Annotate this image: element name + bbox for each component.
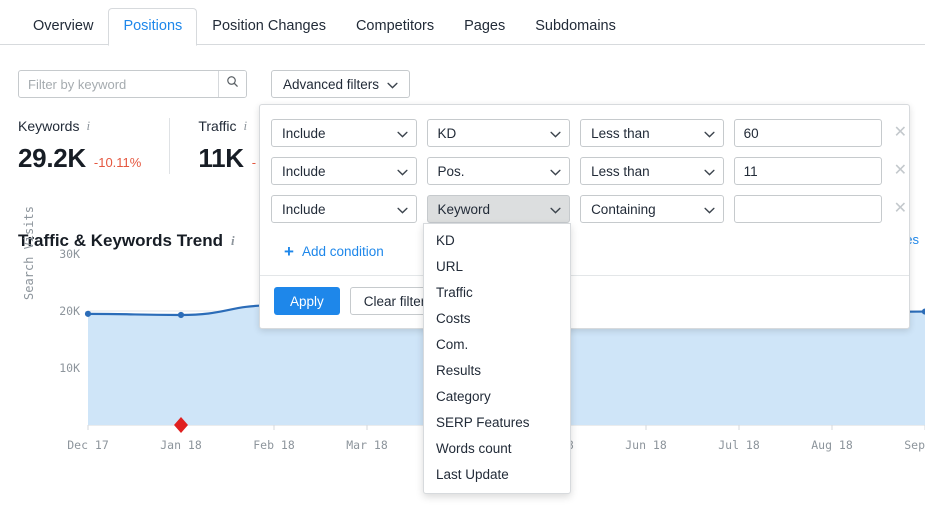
filter-condition-row: Include Keyword Containing ✕ bbox=[260, 190, 909, 228]
chart-x-tick: Jan 18 bbox=[141, 438, 221, 452]
advanced-filters-panel: Include KD Less than ✕ Include bbox=[259, 104, 910, 329]
condition-include-value: Include bbox=[282, 164, 326, 179]
condition-operator-select[interactable]: Containing bbox=[580, 195, 724, 223]
filter-toolbar: Advanced filters bbox=[18, 70, 410, 98]
chevron-down-icon bbox=[397, 126, 408, 141]
plus-icon: + bbox=[284, 245, 294, 259]
filter-condition-row: Include KD Less than ✕ bbox=[260, 114, 909, 152]
metric-keywords: Keywords i 29.2K -10.11% bbox=[18, 118, 169, 174]
chevron-down-icon bbox=[704, 202, 715, 217]
chart-y-tick: 30K bbox=[36, 247, 80, 261]
chevron-down-icon bbox=[550, 126, 561, 141]
info-icon[interactable]: i bbox=[243, 118, 247, 134]
metric-keywords-label: Keywords bbox=[18, 118, 79, 134]
condition-field-select[interactable]: Pos. bbox=[427, 157, 571, 185]
chart-x-tick: Jul 18 bbox=[699, 438, 779, 452]
condition-operator-select[interactable]: Less than bbox=[580, 119, 724, 147]
info-icon[interactable]: i bbox=[231, 233, 235, 249]
field-dropdown-option[interactable]: URL bbox=[424, 254, 570, 280]
condition-list: Include KD Less than ✕ Include bbox=[260, 105, 909, 230]
tab-overview[interactable]: Overview bbox=[18, 8, 108, 45]
metric-traffic-label: Traffic bbox=[198, 118, 236, 134]
chevron-down-icon bbox=[704, 126, 715, 141]
filter-condition-row: Include Pos. Less than ✕ bbox=[260, 152, 909, 190]
condition-field-value: KD bbox=[438, 126, 457, 141]
condition-operator-value: Less than bbox=[591, 126, 650, 141]
field-dropdown-option[interactable]: Costs bbox=[424, 306, 570, 332]
field-dropdown-option[interactable]: Category bbox=[424, 384, 570, 410]
close-icon[interactable]: ✕ bbox=[892, 201, 909, 217]
tab-subdomains[interactable]: Subdomains bbox=[520, 8, 631, 45]
metric-traffic-head: Traffic i bbox=[198, 118, 256, 134]
search-input[interactable] bbox=[19, 71, 218, 97]
metric-keywords-head: Keywords i bbox=[18, 118, 141, 134]
metric-keywords-value: 29.2K bbox=[18, 143, 86, 174]
app-root: Overview Positions Position Changes Comp… bbox=[0, 0, 925, 505]
condition-operator-value: Containing bbox=[591, 202, 656, 217]
condition-include-select[interactable]: Include bbox=[271, 119, 417, 147]
metric-traffic-value-row: 11K - bbox=[198, 143, 256, 174]
field-dropdown-menu: KDURLTrafficCostsCom.ResultsCategorySERP… bbox=[423, 223, 571, 494]
metric-traffic-value: 11K bbox=[198, 143, 243, 174]
chevron-down-icon bbox=[550, 164, 561, 179]
condition-include-value: Include bbox=[282, 202, 326, 217]
chart-y-tick: 20K bbox=[36, 304, 80, 318]
chevron-down-icon bbox=[387, 77, 398, 92]
tab-bar: Overview Positions Position Changes Comp… bbox=[0, 0, 925, 45]
field-dropdown-option[interactable]: Last Update bbox=[424, 462, 570, 488]
chevron-down-icon bbox=[397, 202, 408, 217]
metric-keywords-value-row: 29.2K -10.11% bbox=[18, 143, 141, 174]
filter-panel-footer: Apply Clear filter bbox=[260, 275, 909, 328]
condition-include-select[interactable]: Include bbox=[271, 157, 417, 185]
metric-traffic-delta: - bbox=[252, 155, 256, 170]
chevron-down-icon bbox=[550, 202, 561, 217]
add-condition-button[interactable]: + Add condition bbox=[260, 230, 909, 275]
advanced-filters-button[interactable]: Advanced filters bbox=[271, 70, 410, 98]
condition-field-select[interactable]: Keyword bbox=[427, 195, 571, 223]
chevron-down-icon bbox=[397, 164, 408, 179]
metrics-row: Keywords i 29.2K -10.11% Traffic i 11K - bbox=[18, 118, 284, 174]
condition-operator-select[interactable]: Less than bbox=[580, 157, 724, 185]
condition-field-value: Keyword bbox=[438, 202, 491, 217]
tab-list: Overview Positions Position Changes Comp… bbox=[0, 0, 925, 45]
add-condition-label: Add condition bbox=[302, 244, 384, 259]
tab-position-changes[interactable]: Position Changes bbox=[197, 8, 341, 45]
metric-keywords-delta: -10.11% bbox=[94, 155, 141, 170]
close-icon[interactable]: ✕ bbox=[892, 163, 909, 179]
condition-value-input[interactable] bbox=[734, 157, 882, 185]
condition-field-value: Pos. bbox=[438, 164, 465, 179]
condition-include-value: Include bbox=[282, 126, 326, 141]
field-dropdown-option[interactable]: Com. bbox=[424, 332, 570, 358]
search-button[interactable] bbox=[218, 71, 246, 97]
search-icon bbox=[226, 75, 239, 93]
field-dropdown-option[interactable]: Traffic bbox=[424, 280, 570, 306]
chart-x-tick: Dec 17 bbox=[48, 438, 128, 452]
condition-field-select[interactable]: KD bbox=[427, 119, 571, 147]
condition-operator-value: Less than bbox=[591, 164, 650, 179]
chart-x-tick: Aug 18 bbox=[792, 438, 872, 452]
tab-pages[interactable]: Pages bbox=[449, 8, 520, 45]
field-dropdown-option[interactable]: Words count bbox=[424, 436, 570, 462]
tab-competitors[interactable]: Competitors bbox=[341, 8, 449, 45]
search-box bbox=[18, 70, 247, 98]
close-icon[interactable]: ✕ bbox=[892, 125, 909, 141]
condition-include-select[interactable]: Include bbox=[271, 195, 417, 223]
chart-y-axis-label: Search Visits bbox=[22, 206, 36, 300]
apply-button[interactable]: Apply bbox=[274, 287, 340, 315]
chart-y-tick: 10K bbox=[36, 361, 80, 375]
condition-value-input[interactable] bbox=[734, 119, 882, 147]
chevron-down-icon bbox=[704, 164, 715, 179]
field-dropdown-option[interactable]: Results bbox=[424, 358, 570, 384]
field-dropdown-option[interactable]: SERP Features bbox=[424, 410, 570, 436]
chart-x-tick: Jun 18 bbox=[606, 438, 686, 452]
info-icon[interactable]: i bbox=[86, 118, 90, 134]
advanced-filters-label: Advanced filters bbox=[283, 77, 379, 92]
field-dropdown-option[interactable]: KD bbox=[424, 228, 570, 254]
chart-x-tick: Feb 18 bbox=[234, 438, 314, 452]
chart-x-tick: Mar 18 bbox=[327, 438, 407, 452]
condition-value-input[interactable] bbox=[734, 195, 882, 223]
tab-positions[interactable]: Positions bbox=[108, 8, 197, 46]
chart-x-tick: Sep 18 bbox=[885, 438, 925, 452]
